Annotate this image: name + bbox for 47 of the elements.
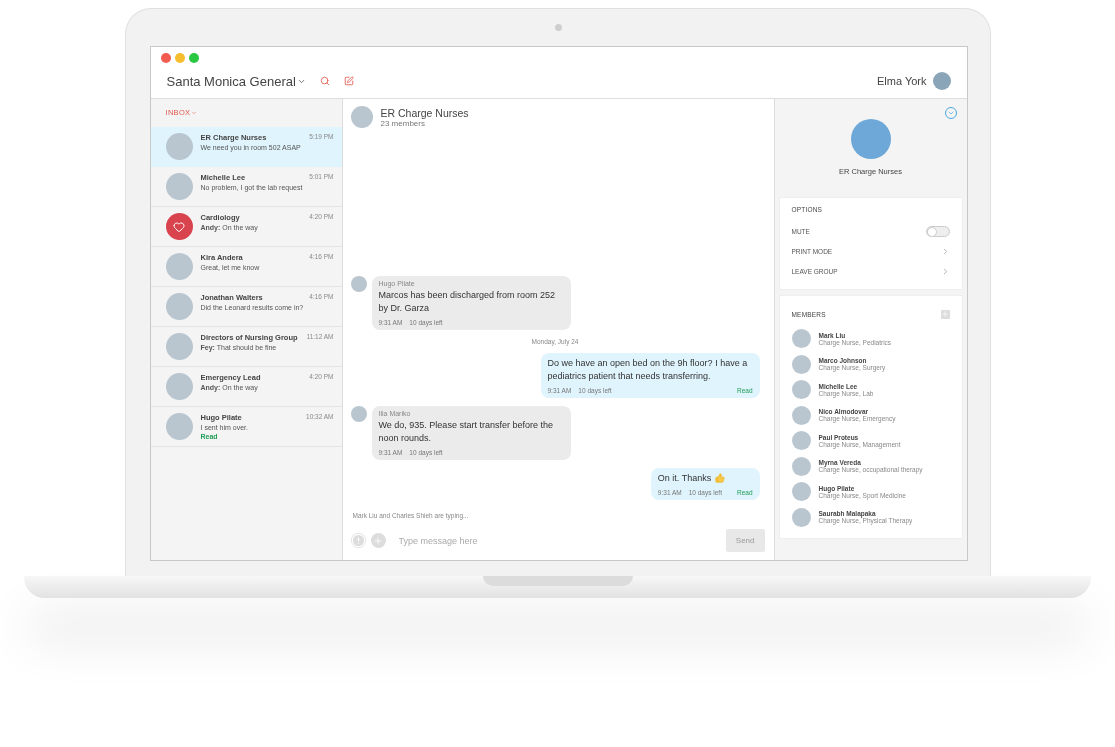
avatar-photo [165,333,193,360]
close-window-button[interactable] [160,53,171,63]
alert-button[interactable] [350,533,366,548]
group-avatar [350,106,373,128]
member-count: 23 members [380,118,425,128]
avatar-photo [791,456,811,476]
plus-icon [941,310,949,318]
avatar-photo [165,173,193,200]
avatar-photo [165,293,193,320]
caret-icon [191,109,198,116]
plus-icon [373,535,383,546]
user-name: Elma York [876,75,927,87]
avatar-photo [791,329,811,349]
minimize-window-button[interactable] [174,53,185,63]
add-member-button[interactable] [940,309,950,319]
chat-title: ER Charge Nurses [380,106,469,119]
pen-icon [343,76,354,86]
avatar-photo [791,431,811,451]
search-icon [319,76,330,86]
avatar-photo [791,405,811,425]
avatar-photo [165,373,193,400]
user-avatar [932,72,951,90]
camera-dot [554,24,562,31]
message-text: Marcos has been discharged from room 252 by Dr. Garza [378,288,557,315]
chevron-down-icon [946,109,955,117]
alert-icon [350,533,366,548]
message-text: On it. Thanks [657,471,712,485]
avatar-photo [791,354,811,374]
heart-avatar-icon [165,213,193,240]
group-photo [850,119,891,159]
avatar-photo [791,482,811,502]
avatar-photo [165,253,193,280]
workspace-switcher[interactable]: Santa Monica General [166,73,306,89]
avatar-photo [165,133,193,160]
add-button[interactable] [370,533,386,548]
zoom-window-button[interactable] [188,53,199,63]
message-text: We do, 935. Please start transfer before the noon rounds. [378,418,554,445]
search-button[interactable] [319,76,330,86]
message-text: Do we have an open bed on the 9h floor? I have a pediatrics patient that needs transferring. [547,356,749,383]
avatar-photo [791,507,811,527]
avatar-photo [350,405,367,422]
avatar-photo [165,413,193,440]
avatar-photo [350,275,367,292]
avatar-photo [791,380,811,400]
message-input[interactable]: Type message here [390,531,721,550]
mute-toggle[interactable] [925,225,950,237]
compose-button[interactable] [343,76,354,86]
